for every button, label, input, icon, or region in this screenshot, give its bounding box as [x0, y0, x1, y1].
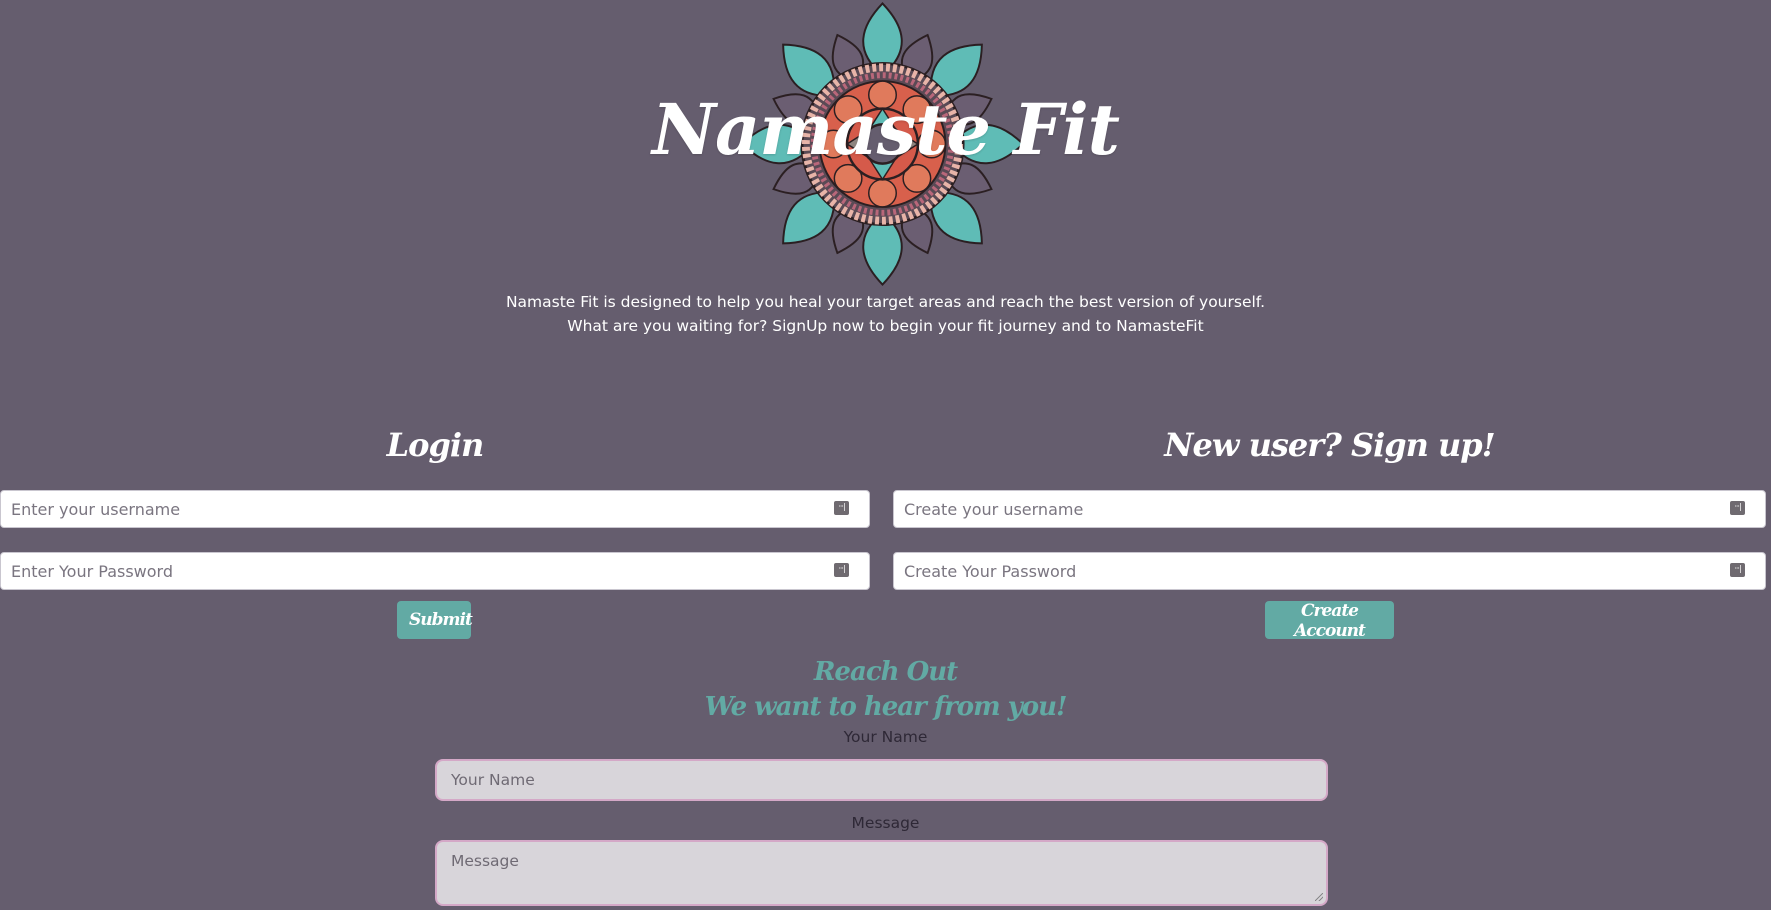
signup-username-field[interactable]: ···|	[893, 490, 1766, 528]
create-account-button[interactable]: Create Account	[1265, 601, 1394, 641]
login-heading: Login	[386, 426, 485, 464]
login-username-input[interactable]	[1, 491, 869, 527]
password-manager-icon[interactable]: ···|	[834, 563, 849, 577]
signup-password-input[interactable]	[894, 553, 1765, 589]
password-manager-icon[interactable]: ···|	[834, 501, 849, 515]
signup-form: New user? Sign up! ···| ···| Create Acco…	[893, 420, 1766, 641]
tagline: Namaste Fit is designed to help you heal…	[0, 290, 1771, 338]
resize-grip-icon[interactable]	[1315, 893, 1323, 901]
brand-title: Namaste Fit	[651, 88, 1120, 171]
login-password-input[interactable]	[1, 553, 869, 589]
login-submit-button[interactable]: Submit	[397, 601, 473, 639]
tagline-line-2: What are you waiting for? SignUp now to …	[567, 317, 1204, 335]
signup-password-field[interactable]: ···|	[893, 552, 1766, 590]
contact-message-input[interactable]	[437, 842, 1326, 904]
tagline-line-1: Namaste Fit is designed to help you heal…	[505, 293, 1266, 311]
password-manager-icon[interactable]: ···|	[1730, 563, 1745, 577]
contact-name-field[interactable]	[435, 759, 1328, 801]
signup-username-input[interactable]	[894, 491, 1765, 527]
login-password-field[interactable]: ···|	[0, 552, 870, 590]
contact-heading: Reach Out	[813, 657, 958, 687]
name-label: Your Name	[843, 728, 928, 746]
contact-subheading: We want to hear from you!	[704, 692, 1068, 722]
password-manager-icon[interactable]: ···|	[1730, 501, 1745, 515]
contact-message-field[interactable]	[435, 840, 1328, 906]
signup-heading: New user? Sign up!	[1164, 426, 1495, 464]
message-label: Message	[851, 814, 920, 832]
contact-section: Reach Out We want to hear from you! Your…	[0, 655, 1771, 749]
contact-name-input[interactable]	[437, 761, 1326, 799]
login-username-field[interactable]: ···|	[0, 490, 870, 528]
login-form: Login ···| ···| Submit	[0, 420, 870, 639]
hero-section: Namaste Fit Namaste Fit is designed to h…	[0, 0, 1771, 335]
